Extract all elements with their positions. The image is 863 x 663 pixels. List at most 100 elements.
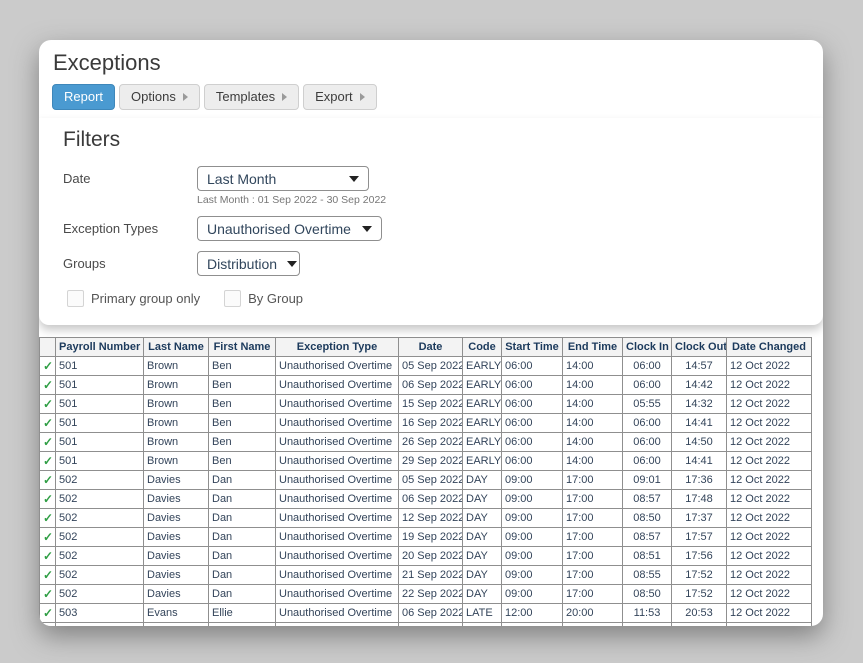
row-checkbox[interactable]: ✓ xyxy=(40,433,56,452)
tab-export[interactable]: Export xyxy=(303,84,377,110)
table-cell: 17:57 xyxy=(672,528,727,547)
table-cell: EARLY xyxy=(463,357,502,376)
table-cell: 15 Sep 2022 xyxy=(399,395,463,414)
groups-select[interactable]: Distribution xyxy=(197,251,300,276)
table-cell: 09:00 xyxy=(502,490,563,509)
table-cell: Ben xyxy=(209,433,276,452)
row-checkbox[interactable]: ✓ xyxy=(40,452,56,471)
results-area: Payroll NumberLast NameFirst NameExcepti… xyxy=(39,337,823,626)
table-cell: 12:00 xyxy=(502,623,563,627)
tab-options[interactable]: Options xyxy=(119,84,200,110)
table-cell: 12 Oct 2022 xyxy=(727,623,812,627)
row-checkbox[interactable]: ✓ xyxy=(40,528,56,547)
table-cell: LATE xyxy=(463,623,502,627)
chevron-down-icon xyxy=(362,226,372,232)
table-cell: 502 xyxy=(56,528,144,547)
table-cell: 502 xyxy=(56,471,144,490)
exceptions-table: Payroll NumberLast NameFirst NameExcepti… xyxy=(39,337,812,626)
checkbox-box-icon xyxy=(67,290,84,307)
table-cell: Unauthorised Overtime xyxy=(276,490,399,509)
table-row: ✓502DaviesDanUnauthorised Overtime12 Sep… xyxy=(40,509,812,528)
table-cell: 14:41 xyxy=(672,414,727,433)
row-checkbox[interactable]: ✓ xyxy=(40,547,56,566)
table-cell: Unauthorised Overtime xyxy=(276,528,399,547)
table-cell: 12 Oct 2022 xyxy=(727,471,812,490)
date-range-hint: Last Month : 01 Sep 2022 - 30 Sep 2022 xyxy=(197,194,386,206)
row-checkbox[interactable]: ✓ xyxy=(40,414,56,433)
table-cell: 17:36 xyxy=(672,471,727,490)
table-cell: Evans xyxy=(144,623,209,627)
table-cell: 29 Sep 2022 xyxy=(399,452,463,471)
table-cell: 09:01 xyxy=(623,471,672,490)
table-cell: 17:37 xyxy=(672,509,727,528)
row-checkbox[interactable]: ✓ xyxy=(40,509,56,528)
table-cell: 14:00 xyxy=(563,433,623,452)
table-cell: 20:00 xyxy=(563,623,623,627)
table-cell: 503 xyxy=(56,623,144,627)
table-cell: 20:58 xyxy=(672,623,727,627)
tab-templates[interactable]: Templates xyxy=(204,84,299,110)
by-group-checkbox[interactable]: By Group xyxy=(224,290,303,307)
table-cell: DAY xyxy=(463,566,502,585)
table-cell: Dan xyxy=(209,566,276,585)
table-cell: 17:52 xyxy=(672,585,727,604)
table-cell: 12 Oct 2022 xyxy=(727,433,812,452)
row-checkbox[interactable]: ✓ xyxy=(40,566,56,585)
table-cell: 06 Sep 2022 xyxy=(399,604,463,623)
row-checkbox[interactable]: ✓ xyxy=(40,376,56,395)
table-cell: 12 Oct 2022 xyxy=(727,376,812,395)
table-cell: 16 Sep 2022 xyxy=(399,414,463,433)
table-cell: DAY xyxy=(463,471,502,490)
primary-group-only-checkbox[interactable]: Primary group only xyxy=(67,290,200,307)
table-cell: 09:00 xyxy=(502,585,563,604)
table-cell: Davies xyxy=(144,585,209,604)
table-cell: Unauthorised Overtime xyxy=(276,623,399,627)
table-cell: Davies xyxy=(144,490,209,509)
tab-export-label: Export xyxy=(315,89,353,104)
table-cell: 06:00 xyxy=(502,433,563,452)
table-cell: 14:32 xyxy=(672,395,727,414)
table-cell: 502 xyxy=(56,490,144,509)
tab-report[interactable]: Report xyxy=(52,84,115,110)
exception-types-select[interactable]: Unauthorised Overtime xyxy=(197,216,382,241)
table-cell: 17:52 xyxy=(672,566,727,585)
row-checkbox[interactable]: ✓ xyxy=(40,604,56,623)
table-cell: 12 Oct 2022 xyxy=(727,566,812,585)
table-cell: Unauthorised Overtime xyxy=(276,547,399,566)
table-cell: Davies xyxy=(144,547,209,566)
table-cell: Dan xyxy=(209,585,276,604)
table-cell: EARLY xyxy=(463,395,502,414)
table-cell: 503 xyxy=(56,604,144,623)
row-checkbox[interactable]: ✓ xyxy=(40,471,56,490)
row-checkbox[interactable]: ✓ xyxy=(40,395,56,414)
table-cell: 11:53 xyxy=(623,604,672,623)
date-select-value: Last Month xyxy=(207,171,276,187)
page-title: Exceptions xyxy=(53,50,823,76)
table-cell: Dan xyxy=(209,471,276,490)
table-cell: Unauthorised Overtime xyxy=(276,452,399,471)
table-cell: 12 Oct 2022 xyxy=(727,604,812,623)
table-cell: 19 Sep 2022 xyxy=(399,528,463,547)
row-checkbox[interactable]: ✓ xyxy=(40,623,56,627)
table-cell: 05 Sep 2022 xyxy=(399,471,463,490)
table-row: ✓502DaviesDanUnauthorised Overtime20 Sep… xyxy=(40,547,812,566)
row-checkbox[interactable]: ✓ xyxy=(40,357,56,376)
table-cell: 14:41 xyxy=(672,452,727,471)
row-checkbox[interactable]: ✓ xyxy=(40,585,56,604)
table-cell: 14:00 xyxy=(563,395,623,414)
table-cell: Davies xyxy=(144,471,209,490)
table-cell: Ben xyxy=(209,376,276,395)
tab-bar: Report Options Templates Export xyxy=(52,84,823,110)
table-cell: 17:00 xyxy=(563,547,623,566)
table-cell: Brown xyxy=(144,433,209,452)
row-checkbox[interactable]: ✓ xyxy=(40,490,56,509)
table-row: ✓501BrownBenUnauthorised Overtime29 Sep … xyxy=(40,452,812,471)
table-cell: 12 Oct 2022 xyxy=(727,528,812,547)
date-select[interactable]: Last Month xyxy=(197,166,369,191)
filter-row-groups: Groups Distribution xyxy=(63,251,799,276)
table-cell: 05 Sep 2022 xyxy=(399,357,463,376)
chevron-right-icon xyxy=(360,93,365,101)
table-row: ✓501BrownBenUnauthorised Overtime05 Sep … xyxy=(40,357,812,376)
table-cell: 06:00 xyxy=(502,414,563,433)
table-cell: 20:00 xyxy=(563,604,623,623)
